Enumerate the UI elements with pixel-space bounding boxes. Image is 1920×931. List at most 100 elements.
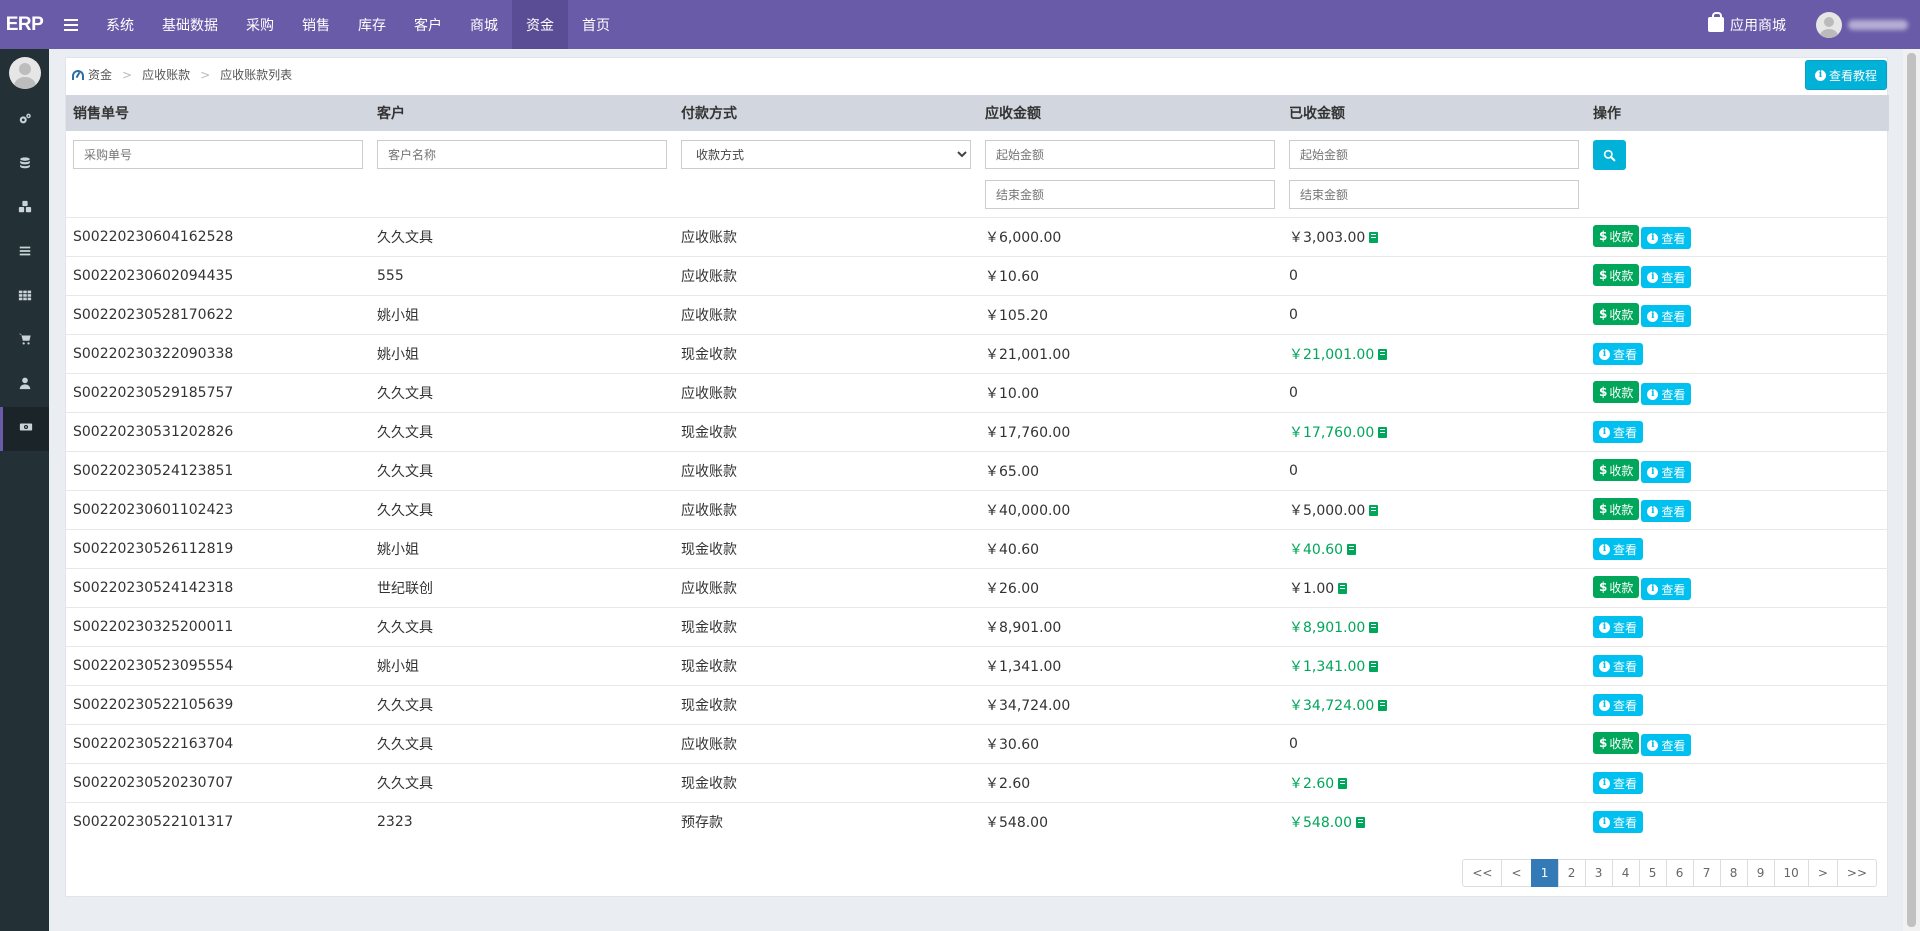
nav-item[interactable]: 基础数据 (148, 0, 232, 49)
payment-record-icon[interactable] (1378, 427, 1388, 438)
view-button[interactable]: i 查看 (1641, 500, 1692, 522)
nav-item[interactable]: 销售 (288, 0, 344, 49)
app-store-link[interactable]: 应用商城 (1708, 12, 1786, 35)
app-logo[interactable]: ERP (0, 0, 49, 49)
page-link[interactable]: > (1807, 859, 1838, 887)
page-link[interactable]: 4 (1611, 859, 1640, 887)
view-button[interactable]: i 查看 (1641, 734, 1692, 756)
payment-record-icon[interactable] (1378, 700, 1388, 711)
nav-item[interactable]: 商城 (456, 0, 512, 49)
page-link[interactable]: 9 (1746, 859, 1775, 887)
payment-record-icon[interactable] (1369, 661, 1379, 672)
sidebar-item[interactable] (0, 363, 49, 407)
nav-item[interactable]: 系统 (92, 0, 148, 49)
column-header: 付款方式 (681, 106, 737, 122)
breadcrumb-item[interactable]: 应收账款 (142, 66, 190, 83)
collect-button[interactable]: $ 收款 (1593, 576, 1640, 598)
collect-button[interactable]: $ 收款 (1593, 459, 1640, 481)
page-link[interactable]: 10 (1773, 859, 1809, 887)
view-button[interactable]: i 查看 (1593, 421, 1644, 443)
payment-record-icon[interactable] (1378, 349, 1388, 360)
scrollbar-thumb[interactable] (1907, 53, 1916, 927)
payment-record-icon[interactable] (1338, 778, 1348, 789)
receivable-start-input[interactable] (985, 140, 1275, 169)
view-button[interactable]: i 查看 (1593, 694, 1644, 716)
sidebar-avatar[interactable] (8, 57, 41, 89)
table-row: S00220230531202826 久久文具 现金收款 ￥17,760.00 ￥17,… (66, 412, 1889, 452)
search-button[interactable] (1593, 140, 1626, 170)
collect-label: 收款 (1609, 229, 1634, 244)
receivable-end-input[interactable] (985, 180, 1275, 209)
vertical-scrollbar[interactable] (1903, 49, 1920, 931)
order-number-cell: S00220230601102423 (73, 502, 234, 518)
payment-record-icon[interactable] (1369, 505, 1379, 516)
receivable-amount-cell: ￥1,341.00 (985, 659, 1062, 675)
user-avatar[interactable] (1816, 11, 1842, 38)
order-number-cell: S00220230522163704 (73, 736, 234, 752)
sidebar-item[interactable] (0, 143, 49, 187)
collect-button[interactable]: $ 收款 (1593, 303, 1640, 325)
view-button[interactable]: i 查看 (1593, 811, 1644, 834)
view-button[interactable]: i 查看 (1641, 266, 1692, 288)
page-link[interactable]: 3 (1584, 859, 1613, 887)
nav-item[interactable]: 资金 (512, 0, 568, 49)
view-button[interactable]: i 查看 (1593, 655, 1644, 677)
nav-item[interactable]: 客户 (400, 0, 456, 49)
menu-toggle-icon[interactable] (49, 0, 92, 49)
collect-button[interactable]: $ 收款 (1593, 732, 1640, 754)
nav-item[interactable]: 库存 (344, 0, 400, 49)
order-number-input[interactable] (73, 140, 363, 169)
view-button[interactable]: i 查看 (1593, 772, 1644, 794)
payment-record-icon[interactable] (1347, 544, 1357, 555)
page-link[interactable]: 7 (1692, 859, 1721, 887)
collect-button[interactable]: $ 收款 (1593, 381, 1640, 403)
receivable-amount-cell: ￥548.00 (985, 815, 1048, 832)
breadcrumb-item[interactable]: 资金 (88, 66, 112, 83)
payment-record-icon[interactable] (1338, 583, 1348, 594)
nav-item[interactable]: 首页 (568, 0, 624, 49)
column-header: 销售单号 (73, 106, 129, 122)
sidebar-item[interactable] (0, 99, 49, 143)
receivable-amount-cell: ￥40.60 (985, 542, 1040, 558)
view-tutorial-button[interactable]: i 查看教程 (1804, 60, 1887, 90)
collect-button[interactable]: $ 收款 (1593, 498, 1640, 520)
received-start-input[interactable] (1289, 140, 1579, 169)
page-link[interactable]: 2 (1557, 859, 1586, 887)
payment-record-icon[interactable] (1356, 817, 1365, 829)
page-link[interactable]: << (1462, 859, 1503, 887)
page-link[interactable]: 6 (1665, 859, 1694, 887)
received-end-input[interactable] (1289, 180, 1579, 209)
customer-name-input[interactable] (377, 140, 667, 169)
collect-button[interactable]: $ 收款 (1593, 264, 1640, 286)
sidebar-item[interactable] (0, 275, 49, 319)
page-link[interactable]: >> (1836, 859, 1877, 887)
sidebar-item[interactable] (0, 319, 49, 363)
payment-method-cell: 应收账款 (681, 386, 737, 402)
view-button[interactable]: i 查看 (1641, 227, 1692, 249)
view-button[interactable]: i 查看 (1593, 616, 1644, 638)
payment-record-icon[interactable] (1369, 622, 1379, 633)
page-link[interactable]: 5 (1638, 859, 1667, 887)
page-link[interactable]: 8 (1719, 859, 1748, 887)
view-button[interactable]: i 查看 (1593, 538, 1644, 560)
payment-record-icon[interactable] (1369, 232, 1379, 243)
database-icon (18, 156, 32, 174)
page-link[interactable]: < (1501, 859, 1532, 887)
collect-button[interactable]: $ 收款 (1593, 225, 1640, 247)
collect-label: 收款 (1609, 463, 1634, 478)
view-button[interactable]: i 查看 (1641, 461, 1692, 483)
view-button[interactable]: i 查看 (1593, 343, 1644, 365)
view-label: 查看 (1613, 776, 1638, 791)
page-link[interactable]: 1 (1530, 859, 1559, 887)
sidebar-item[interactable] (0, 187, 49, 231)
received-amount-cell: ￥8,901.00 (1282, 608, 1586, 647)
view-button[interactable]: i 查看 (1641, 578, 1692, 600)
sidebar-item[interactable] (0, 407, 49, 451)
view-button[interactable]: i 查看 (1641, 383, 1692, 405)
view-button[interactable]: i 查看 (1641, 305, 1692, 327)
sidebar-item[interactable] (0, 231, 49, 275)
nav-item[interactable]: 采购 (232, 0, 288, 49)
payment-method-select[interactable]: 收款方式 (681, 140, 971, 169)
pagination: << <1 2 3 4 5 6 7 8 9 10 > >> (1462, 859, 1877, 887)
user-name-blurred[interactable] (1848, 19, 1908, 30)
